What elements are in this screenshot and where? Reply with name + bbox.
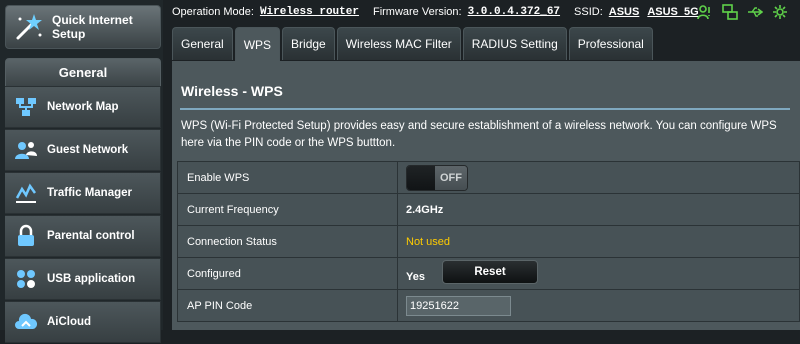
tab-radius-setting[interactable]: RADIUS Setting bbox=[462, 27, 567, 60]
operation-mode-link[interactable]: Wireless router bbox=[260, 6, 359, 18]
sidebar-item-label: Guest Network bbox=[47, 144, 129, 156]
clients-icon[interactable] bbox=[697, 4, 713, 20]
sidebar-item-label: Parental control bbox=[47, 230, 135, 242]
sidebar-item-label: Network Map bbox=[47, 101, 119, 113]
sidebar-menu: Network Map Guest Network Traffic Manage… bbox=[5, 86, 161, 344]
enable-wps-label: Enable WPS bbox=[177, 161, 398, 194]
table-row: AP PIN Code 19251622 bbox=[177, 289, 800, 322]
current-frequency-cell: 2.4GHz bbox=[397, 193, 800, 226]
guest-network-icon bbox=[13, 137, 39, 163]
main-panel: Wireless - WPS WPS (Wi-Fi Protected Setu… bbox=[172, 61, 800, 330]
ssid-24g-link[interactable]: ASUS bbox=[609, 6, 640, 18]
tab-professional[interactable]: Professional bbox=[568, 27, 653, 60]
table-row: Configured Yes Reset bbox=[177, 257, 800, 290]
tab-bridge[interactable]: Bridge bbox=[282, 27, 335, 60]
sidebar-item-label: AiCloud bbox=[47, 316, 92, 328]
wps-settings-table: Enable WPS OFF Current Frequency 2.4GHz … bbox=[177, 161, 800, 322]
connection-status-value: Not used bbox=[406, 235, 451, 248]
sidebar: Quick Internet Setup General Network Map bbox=[0, 0, 163, 343]
ap-pin-code-field: 19251622 bbox=[406, 295, 511, 316]
network-status-icon[interactable] bbox=[722, 4, 738, 20]
firmware-version-link[interactable]: 3.0.0.4.372_67 bbox=[468, 6, 560, 18]
usb-application-icon bbox=[13, 266, 39, 292]
table-row: Current Frequency 2.4GHz bbox=[177, 193, 800, 226]
tab-wireless-mac-filter[interactable]: Wireless MAC Filter bbox=[336, 27, 461, 60]
ssid-label: SSID: bbox=[574, 6, 603, 18]
ssid-5g-link[interactable]: ASUS_5G bbox=[647, 6, 698, 18]
title-divider bbox=[180, 108, 790, 110]
sidebar-item-traffic-manager[interactable]: Traffic Manager bbox=[5, 172, 161, 214]
current-frequency-label: Current Frequency bbox=[177, 193, 398, 226]
table-row: Enable WPS OFF bbox=[177, 161, 800, 194]
tab-bar: General WPS Bridge Wireless MAC Filter R… bbox=[172, 27, 653, 62]
settings-icon[interactable] bbox=[772, 4, 788, 20]
toggle-knob bbox=[407, 165, 435, 190]
magic-wand-icon bbox=[12, 11, 44, 43]
sidebar-item-usb-application[interactable]: USB application bbox=[5, 258, 161, 300]
traffic-manager-icon bbox=[13, 180, 39, 206]
sidebar-item-aicloud[interactable]: AiCloud bbox=[5, 301, 161, 343]
sidebar-item-label: USB application bbox=[47, 273, 136, 285]
sidebar-section-title: General bbox=[5, 58, 161, 87]
table-row: Connection Status Not used bbox=[177, 225, 800, 258]
sidebar-item-label: Traffic Manager bbox=[47, 187, 132, 199]
sidebar-item-parental-control[interactable]: Parental control bbox=[5, 215, 161, 257]
connection-status-cell: Not used bbox=[397, 225, 800, 258]
page-description: WPS (Wi-Fi Protected Setup) provides eas… bbox=[181, 120, 777, 149]
page-title: Wireless - WPS bbox=[181, 83, 283, 99]
configured-label: Configured bbox=[177, 257, 398, 290]
ap-pin-code-cell: 19251622 bbox=[397, 289, 800, 322]
tab-wps[interactable]: WPS bbox=[234, 27, 281, 62]
status-icons bbox=[697, 4, 788, 20]
sidebar-item-guest-network[interactable]: Guest Network bbox=[5, 129, 161, 171]
parental-control-icon bbox=[13, 223, 39, 249]
configured-cell: Yes Reset bbox=[397, 257, 800, 290]
aicloud-icon bbox=[13, 309, 39, 335]
configured-value: Yes bbox=[406, 270, 425, 283]
connection-status-label: Connection Status bbox=[177, 225, 398, 258]
toggle-state-label: OFF bbox=[435, 165, 467, 190]
operation-mode-label: Operation Mode: bbox=[172, 6, 254, 18]
enable-wps-cell: OFF bbox=[397, 161, 800, 194]
sidebar-item-network-map[interactable]: Network Map bbox=[5, 86, 161, 128]
network-map-icon bbox=[13, 94, 39, 120]
tab-general[interactable]: General bbox=[172, 27, 233, 60]
firmware-label: Firmware Version: bbox=[372, 6, 462, 18]
enable-wps-toggle[interactable]: OFF bbox=[406, 164, 468, 191]
quick-internet-setup-label: Quick Internet Setup bbox=[52, 13, 133, 41]
reset-button[interactable]: Reset bbox=[442, 259, 539, 284]
current-frequency-value: 2.4GHz bbox=[406, 203, 444, 216]
quick-internet-setup-button[interactable]: Quick Internet Setup bbox=[5, 5, 161, 49]
ap-pin-code-label: AP PIN Code bbox=[177, 289, 398, 322]
usb-status-icon[interactable] bbox=[747, 4, 764, 20]
